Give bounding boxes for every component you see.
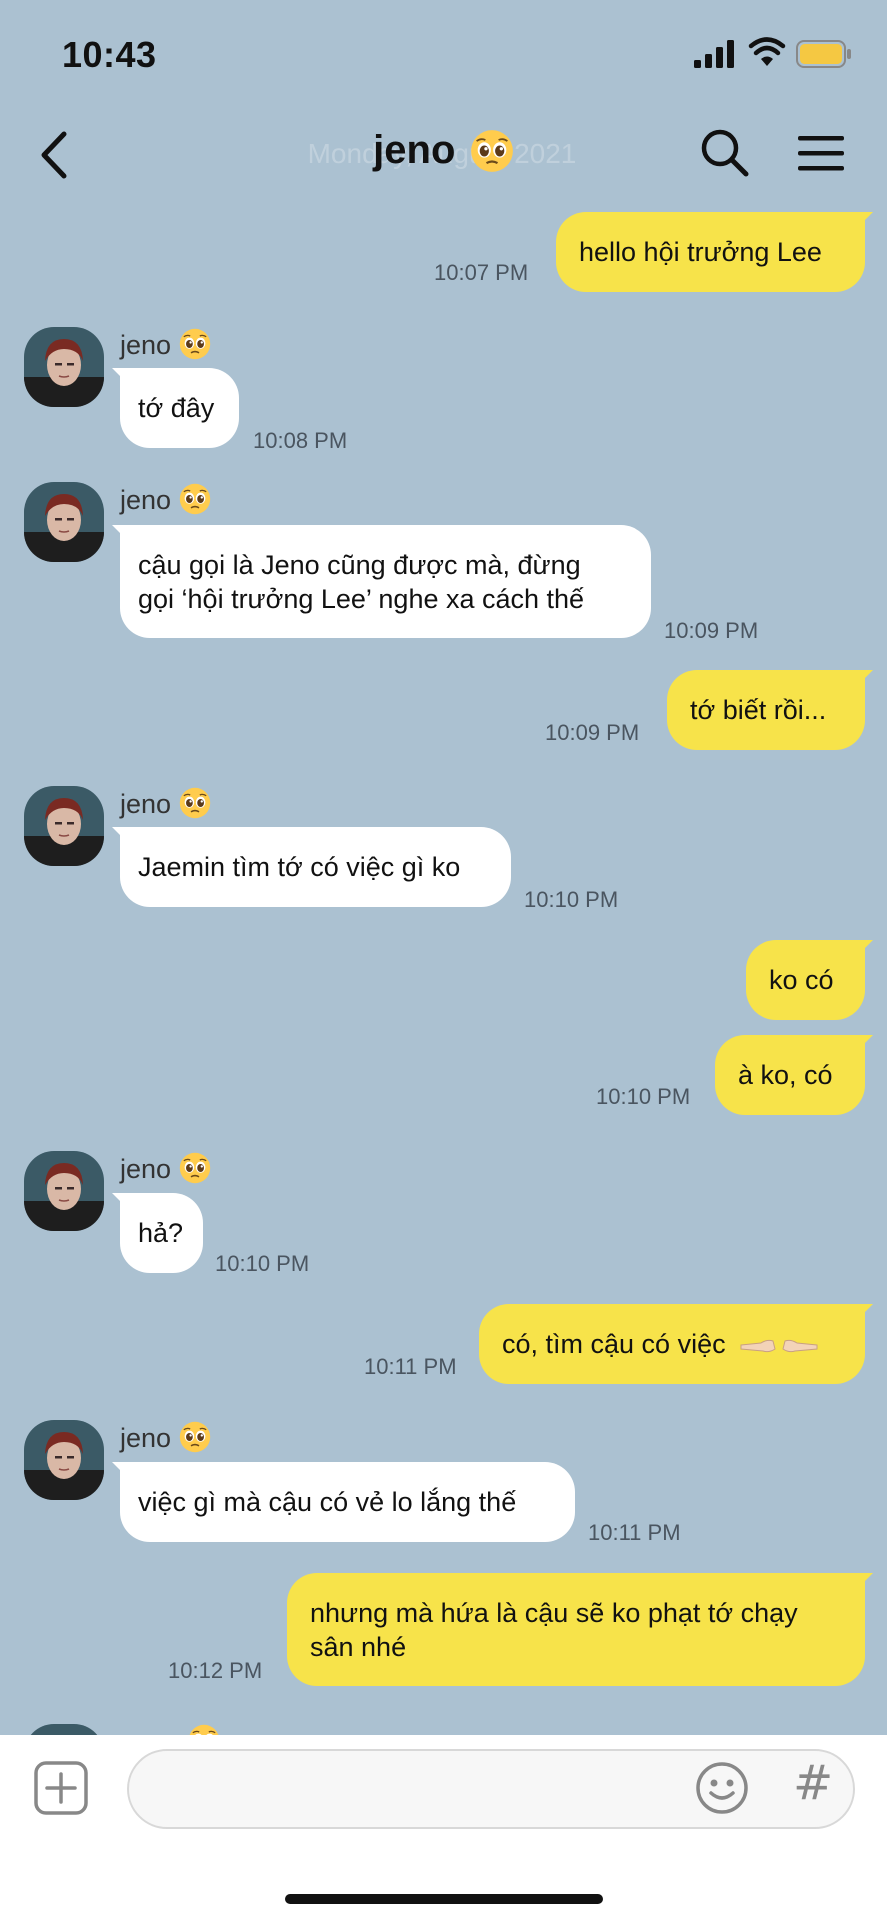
message-text: có, tìm cậu có việc <box>502 1329 726 1359</box>
sender-name: jeno <box>120 328 211 361</box>
chat-title[interactable]: jeno <box>373 128 455 172</box>
message-text-line: cậu gọi là Jeno cũng được mà, đừng <box>138 550 581 580</box>
message-time: 10:10 PM <box>524 887 619 912</box>
message-text: hả? <box>138 1218 184 1248</box>
message-text: ko có <box>769 965 834 995</box>
contact-avatar[interactable] <box>24 786 104 866</box>
contact-message-bubble[interactable]: tớ đây <box>112 368 239 448</box>
pleading-face-emoji-icon <box>179 483 211 515</box>
smiley-icon[interactable] <box>695 1761 749 1815</box>
hashtag-search-button[interactable]: # <box>793 1755 833 1811</box>
search-icon[interactable] <box>700 128 750 178</box>
message-text: hello hội trưởng Lee <box>579 237 822 267</box>
contact-message-bubble[interactable]: hả? <box>112 1193 203 1273</box>
sender-name: jeno <box>120 483 211 516</box>
message-time: 10:07 PM <box>434 260 529 285</box>
sender-name: jeno <box>120 1421 211 1454</box>
contact-avatar[interactable] <box>24 482 104 562</box>
message-text: à ko, có <box>738 1060 833 1090</box>
message-time: 10:09 PM <box>545 720 640 745</box>
message-text: tớ đây <box>138 393 215 423</box>
status-time: 10:43 <box>62 34 157 75</box>
pleading-face-emoji-icon <box>470 129 514 173</box>
cellular-signal-icon <box>694 40 734 68</box>
message-time: 10:10 PM <box>596 1084 691 1109</box>
chat-header: Monday, August 2021 jeno <box>0 100 887 210</box>
my-message-bubble[interactable]: à ko, có <box>715 1035 873 1115</box>
message-time: 10:11 PM <box>588 1520 681 1545</box>
status-bar: 10:43 <box>0 0 887 100</box>
message-composer: # <box>0 1735 887 1920</box>
pleading-face-emoji-icon <box>179 1421 211 1453</box>
contact-message-bubble[interactable]: việc gì mà cậu có vẻ lo lắng thế <box>112 1462 575 1542</box>
message-text-line: nhưng mà hứa là cậu sẽ ko phạt tớ chạy <box>310 1598 798 1628</box>
plus-square-icon[interactable] <box>34 1761 88 1815</box>
message-time: 10:12 PM <box>168 1658 263 1683</box>
message-text: việc gì mà cậu có vẻ lo lắng thế <box>138 1487 517 1517</box>
my-message-bubble[interactable]: ko có <box>746 940 873 1020</box>
sender-name: jeno <box>120 787 211 820</box>
message-text: Jaemin tìm tớ có việc gì ko <box>138 852 461 882</box>
contact-avatar[interactable] <box>24 1420 104 1500</box>
pleading-face-emoji-icon <box>179 328 211 360</box>
contact-avatar[interactable] <box>24 327 104 407</box>
home-indicator[interactable] <box>285 1894 603 1904</box>
contact-avatar[interactable] <box>24 1151 104 1231</box>
hamburger-menu-icon[interactable] <box>796 134 846 174</box>
contact-message-bubble[interactable]: Jaemin tìm tớ có việc gì ko <box>112 827 511 907</box>
my-message-bubble[interactable]: nhưng mà hứa là cậu sẽ ko phạt tớ chạy s… <box>287 1573 873 1686</box>
battery-icon <box>796 40 851 68</box>
sender-name: jeno <box>120 1152 211 1185</box>
pleading-face-emoji-icon <box>179 787 211 819</box>
message-time: 10:08 PM <box>253 428 348 453</box>
my-message-bubble[interactable]: có, tìm cậu có việc <box>479 1304 873 1384</box>
my-message-bubble[interactable]: hello hội trưởng Lee <box>556 212 873 292</box>
message-text-line: sân nhé <box>310 1632 407 1662</box>
pointing-fingers-emoji-icon <box>740 1339 818 1353</box>
my-message-bubble[interactable]: tớ biết rồi... <box>667 670 873 750</box>
message-time: 10:11 PM <box>364 1354 457 1379</box>
wifi-icon <box>748 37 786 66</box>
pleading-face-emoji-icon <box>179 1152 211 1184</box>
contact-message-bubble[interactable]: cậu gọi là Jeno cũng được mà, đừng gọi ‘… <box>112 525 651 638</box>
message-time: 10:09 PM <box>664 618 759 643</box>
message-time: 10:10 PM <box>215 1251 310 1276</box>
message-text-line: gọi ‘hội trưởng Lee’ nghe xa cách thế <box>138 584 585 614</box>
message-text: tớ biết rồi... <box>690 695 827 725</box>
